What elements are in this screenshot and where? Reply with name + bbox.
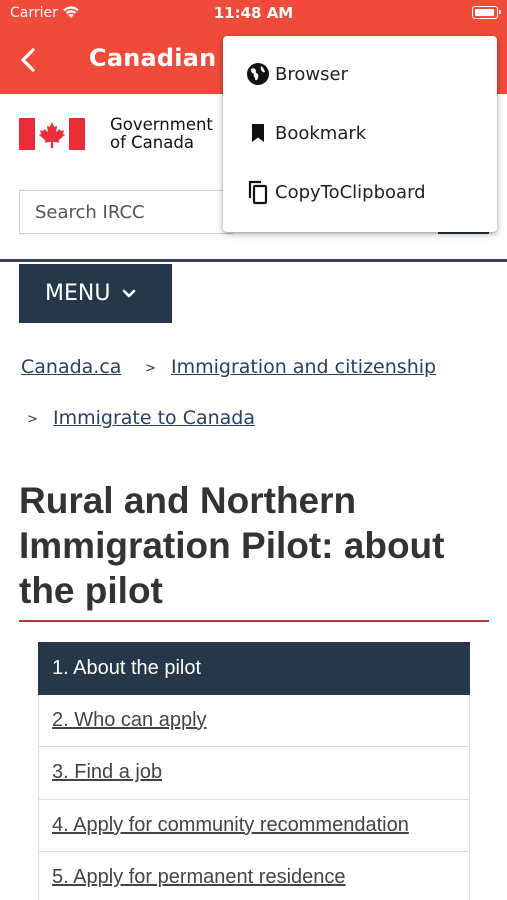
search-input[interactable]: Search IRCC — [19, 190, 233, 234]
breadcrumb-link-immigrate[interactable]: Immigrate to Canada — [53, 407, 255, 429]
page-title: Rural and Northern Immigration Pilot: ab… — [19, 480, 445, 611]
title-underline — [19, 620, 489, 622]
toc-item-community-recommendation[interactable]: 4. Apply for community recommendation — [38, 799, 470, 852]
toc-item-permanent-residence[interactable]: 5. Apply for permanent residence — [38, 852, 470, 900]
header-divider — [0, 259, 507, 262]
menu-label: MENU — [45, 281, 111, 306]
goc-wordmark[interactable]: Government of Canada — [110, 116, 213, 152]
copy-icon — [245, 179, 271, 205]
menu-item-label: Browser — [275, 63, 348, 85]
wordmark-line-2: of Canada — [110, 133, 194, 152]
menu-item-browser[interactable]: Browser — [223, 45, 497, 103]
breadcrumb-separator: > — [27, 412, 38, 427]
toc-item-find-job[interactable]: 3. Find a job — [38, 747, 470, 800]
overflow-menu: Browser Bookmark CopyToClipboard — [223, 36, 497, 232]
battery-icon — [472, 6, 501, 19]
menu-item-copy-to-clipboard[interactable]: CopyToClipboard — [223, 163, 497, 221]
clock: 11:48 AM — [213, 4, 294, 22]
menu-item-label: CopyToClipboard — [275, 181, 426, 203]
wordmark-line-1: Government — [110, 115, 213, 134]
breadcrumb: Canada.ca > Immigration and citizenship … — [0, 340, 507, 440]
toc-list: 1. About the pilot 2. Who can apply 3. F… — [38, 642, 470, 900]
chevron-down-icon — [123, 289, 136, 297]
bookmark-icon — [245, 120, 271, 146]
breadcrumb-link-canada[interactable]: Canada.ca — [21, 356, 121, 378]
menu-item-label: Bookmark — [275, 122, 367, 144]
chevron-left-icon[interactable] — [14, 44, 44, 76]
status-bar: Carrier 11:48 AM — [0, 0, 507, 28]
search-placeholder: Search IRCC — [35, 201, 145, 223]
menu-button[interactable]: MENU — [19, 264, 172, 323]
toc-item-about[interactable]: 1. About the pilot — [38, 642, 470, 695]
globe-icon — [245, 61, 271, 87]
toc-item-who-can-apply[interactable]: 2. Who can apply — [38, 694, 470, 747]
breadcrumb-link-immigration[interactable]: Immigration and citizenship — [171, 356, 436, 378]
menu-item-bookmark[interactable]: Bookmark — [223, 104, 497, 162]
breadcrumb-separator: > — [145, 361, 156, 376]
canada-flag-icon[interactable] — [19, 118, 85, 150]
